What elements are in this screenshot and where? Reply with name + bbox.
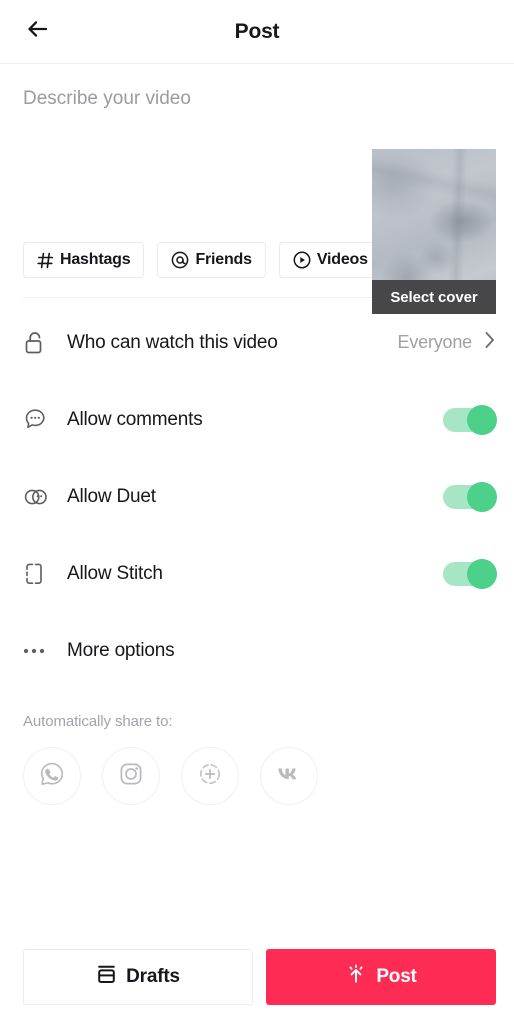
chip-hashtags[interactable]: Hashtags <box>23 242 145 278</box>
chip-videos-label: Videos <box>316 251 368 268</box>
unlock-icon <box>23 330 53 356</box>
setting-row-more-options[interactable]: More options <box>0 612 514 689</box>
setting-label-allow-comments: Allow comments <box>67 408 203 430</box>
share-icon-row <box>23 747 514 805</box>
setting-row-privacy[interactable]: Who can watch this video Everyone <box>0 304 514 381</box>
chip-friends-label: Friends <box>195 251 252 268</box>
drafts-label: Drafts <box>126 966 180 987</box>
header-bar: Post <box>0 0 514 64</box>
share-title: Automatically share to: <box>23 713 173 730</box>
share-target-instagram-story[interactable] <box>181 747 239 805</box>
share-section: Automatically share to: <box>0 689 514 805</box>
instagram-story-icon <box>196 760 224 793</box>
hash-icon <box>37 252 54 269</box>
chip-videos[interactable]: Videos <box>278 242 382 278</box>
toggle-allow-duet[interactable] <box>443 481 497 512</box>
stitch-icon <box>23 561 53 587</box>
footer-actions: Drafts Post <box>0 930 514 1024</box>
setting-row-allow-stitch[interactable]: Allow Stitch <box>0 535 514 612</box>
page-title: Post <box>234 19 280 43</box>
share-target-whatsapp[interactable] <box>23 747 81 805</box>
setting-label-allow-stitch: Allow Stitch <box>67 562 163 584</box>
compose-area: Select cover <box>0 64 514 314</box>
setting-label-privacy: Who can watch this video <box>67 331 278 353</box>
upload-sparkle-icon <box>345 963 367 991</box>
comment-bubble-icon <box>23 407 53 432</box>
setting-label-more-options: More options <box>67 639 175 661</box>
toggle-allow-stitch[interactable] <box>443 558 497 589</box>
select-cover-label[interactable]: Select cover <box>372 280 496 314</box>
post-label: Post <box>376 966 417 987</box>
toggle-knob <box>467 404 497 435</box>
drafts-button[interactable]: Drafts <box>23 949 253 1005</box>
back-button[interactable] <box>18 12 58 52</box>
post-screen: Post Select cover Hashtags <box>0 0 514 1024</box>
toggle-knob <box>467 481 497 512</box>
chip-hashtags-label: Hashtags <box>60 251 131 268</box>
whatsapp-icon <box>38 760 66 793</box>
duet-icon <box>23 486 53 508</box>
play-circle-icon <box>293 251 311 269</box>
at-icon <box>171 251 189 269</box>
vk-icon <box>274 764 304 789</box>
setting-row-allow-comments[interactable]: Allow comments <box>0 381 514 458</box>
arrow-left-icon <box>25 16 51 47</box>
inbox-icon <box>96 964 117 991</box>
toggle-knob <box>467 558 497 589</box>
share-target-instagram[interactable] <box>102 747 160 805</box>
settings-list: Who can watch this video Everyone Allow … <box>0 298 514 689</box>
setting-row-allow-duet[interactable]: Allow Duet <box>0 458 514 535</box>
instagram-icon <box>117 760 145 793</box>
cover-thumbnail[interactable]: Select cover <box>372 149 496 314</box>
share-target-vk[interactable] <box>260 747 318 805</box>
description-input[interactable] <box>23 86 353 216</box>
chip-friends[interactable]: Friends <box>157 242 266 278</box>
toggle-allow-comments[interactable] <box>443 404 497 435</box>
setting-value-privacy: Everyone <box>397 332 473 352</box>
setting-label-allow-duet: Allow Duet <box>67 485 156 507</box>
ellipsis-icon <box>23 647 53 655</box>
chevron-right-icon <box>484 330 496 355</box>
post-button[interactable]: Post <box>266 949 496 1005</box>
